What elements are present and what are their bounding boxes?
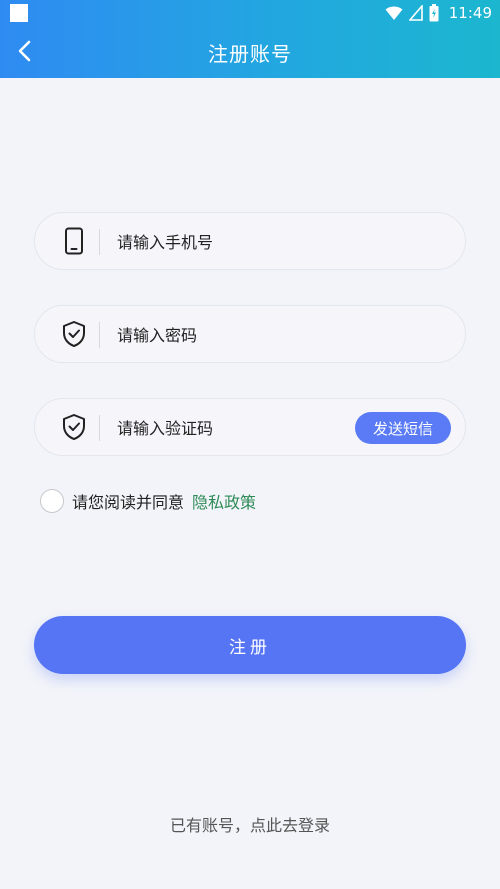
page-title: 注册账号: [208, 42, 292, 66]
login-link[interactable]: 已有账号，点此去登录: [0, 812, 500, 836]
app-notification-icon: [10, 4, 28, 22]
status-icons: 11:49: [385, 2, 492, 24]
wifi-icon: [385, 6, 403, 20]
field-divider: [99, 415, 100, 441]
agreement-row: 请您阅读并同意 隐私政策: [40, 487, 256, 515]
shield-check-icon: [60, 320, 88, 348]
status-time: 11:49: [448, 4, 492, 22]
app-header: 11:49 注册账号: [0, 0, 500, 78]
privacy-policy-link[interactable]: 隐私政策: [192, 489, 256, 513]
phone-field[interactable]: 请输入手机号: [34, 212, 466, 270]
agreement-text: 请您阅读并同意: [72, 493, 185, 512]
battery-icon: [429, 4, 439, 22]
phone-icon: [60, 227, 88, 255]
field-divider: [99, 322, 100, 348]
register-button[interactable]: 注册: [34, 616, 466, 674]
field-divider: [99, 229, 100, 255]
signal-icon: [408, 5, 423, 21]
verification-code-field[interactable]: 请输入验证码 发送短信: [34, 398, 466, 456]
password-field[interactable]: 请输入密码: [34, 305, 466, 363]
shield-check-icon: [60, 413, 88, 441]
title-bar: 注册账号: [0, 28, 500, 76]
password-placeholder: 请输入密码: [117, 326, 198, 345]
send-sms-button[interactable]: 发送短信: [355, 412, 451, 444]
verification-code-placeholder: 请输入验证码: [117, 419, 214, 438]
agreement-checkbox[interactable]: [40, 489, 64, 513]
status-bar: 11:49: [0, 0, 500, 26]
phone-placeholder: 请输入手机号: [117, 233, 214, 252]
